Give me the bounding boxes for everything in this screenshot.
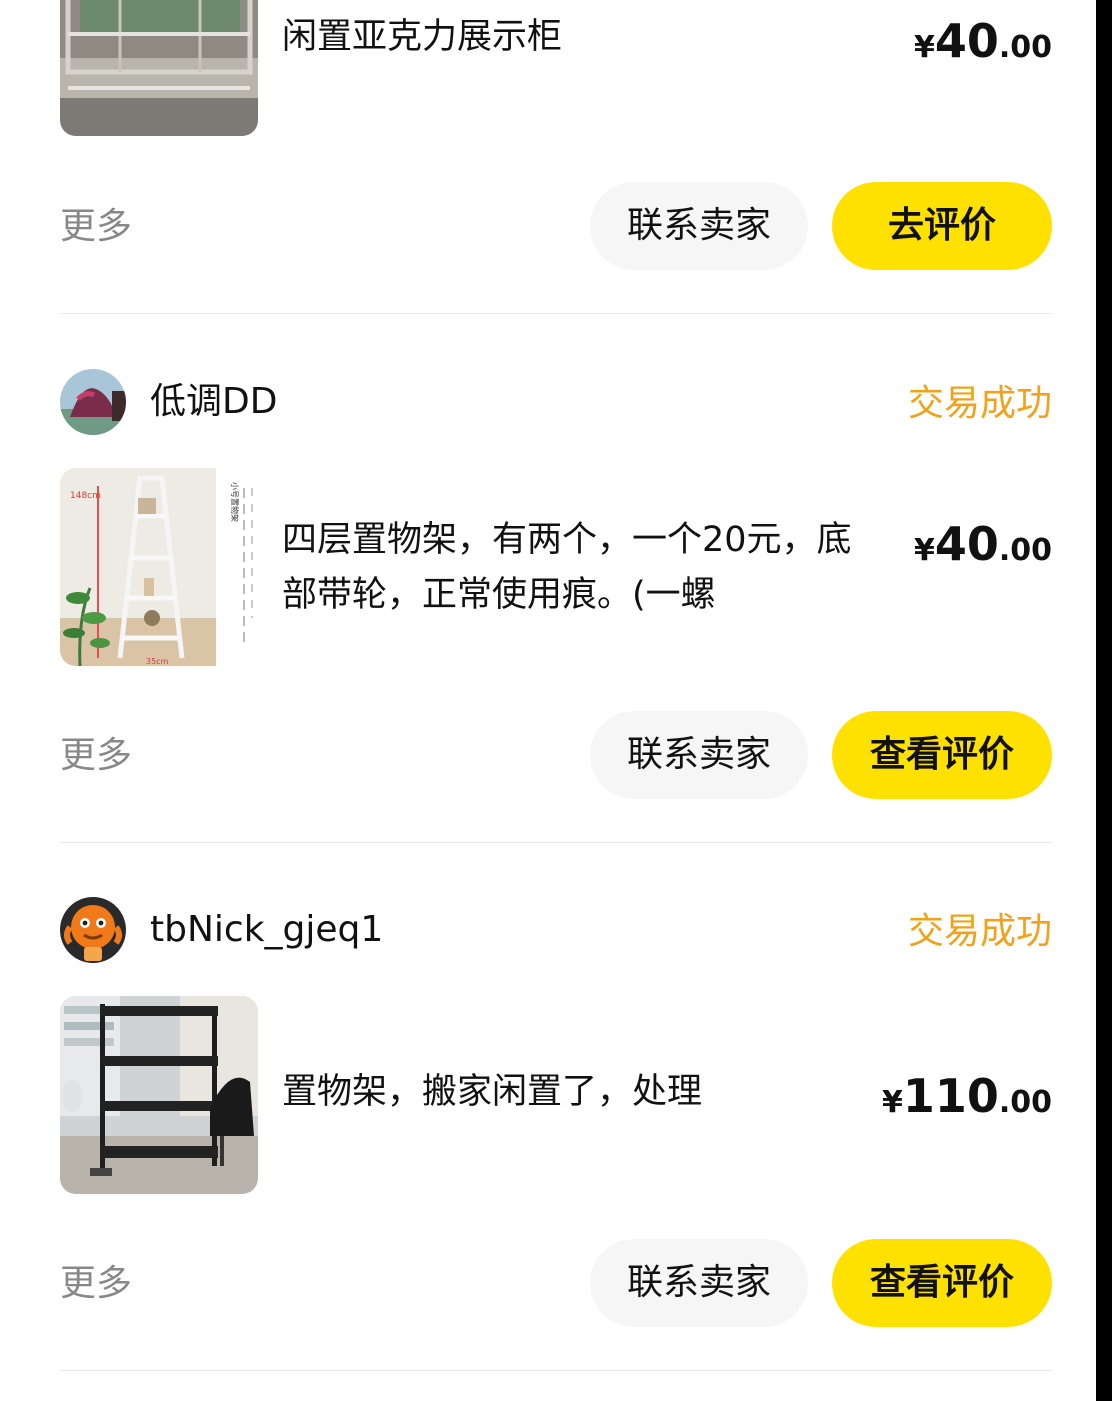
price-currency: ¥ xyxy=(881,1085,903,1120)
product-price: ¥110.00 xyxy=(882,1069,1052,1123)
price-decimal: .00 xyxy=(998,533,1052,568)
price-decimal: .00 xyxy=(998,1085,1052,1120)
black-shelf-photo xyxy=(60,996,258,1194)
price-integer: 40 xyxy=(934,517,999,571)
seller-avatar[interactable] xyxy=(60,897,126,963)
order-status: 交易成功 xyxy=(907,911,1052,952)
seller-avatar[interactable] xyxy=(60,369,126,435)
order-card: 闲置亚克力展示柜 ¥40.00 更多 联系卖家 去评价 xyxy=(60,0,1052,314)
acrylic-cabinet-photo xyxy=(60,0,258,136)
screen-edge xyxy=(1096,0,1112,1401)
product-image[interactable] xyxy=(60,0,258,136)
avatar-cartoon xyxy=(60,897,126,963)
product-image[interactable] xyxy=(60,996,258,1194)
shelf-photo: 148cm 35cm 小号置物架 xyxy=(60,468,258,666)
divider xyxy=(60,313,1052,314)
price-currency: ¥ xyxy=(913,30,935,65)
contact-seller-button[interactable]: 联系卖家 xyxy=(590,711,808,799)
product-price: ¥40.00 xyxy=(914,14,1052,68)
order-header: 低调DD 交易成功 xyxy=(60,369,1052,437)
price-currency: ¥ xyxy=(913,533,935,568)
product-title[interactable]: 四层置物架，有两个，一个20元，底部带轮，正常使用痕。(一螺 xyxy=(282,513,882,623)
product-price: ¥40.00 xyxy=(914,517,1052,571)
view-review-button[interactable]: 查看评价 xyxy=(832,1239,1052,1327)
seller-name[interactable]: 低调DD xyxy=(150,379,277,425)
product-title[interactable]: 置物架，搬家闲置了，处理 xyxy=(282,1065,882,1120)
more-link[interactable]: 更多 xyxy=(60,204,132,250)
product-image[interactable]: 148cm 35cm 小号置物架 xyxy=(60,468,258,666)
view-review-button[interactable]: 查看评价 xyxy=(832,711,1052,799)
price-integer: 110 xyxy=(902,1069,999,1123)
shelf-height-label: 148cm xyxy=(70,491,101,501)
review-button[interactable]: 去评价 xyxy=(832,182,1052,270)
order-card: 低调DD 交易成功 148cm 35cm 小号置物架 四层置物架，有两个，一个2… xyxy=(60,369,1052,843)
shelf-width-label: 35cm xyxy=(146,657,169,666)
contact-seller-button[interactable]: 联系卖家 xyxy=(590,1239,808,1327)
divider xyxy=(60,1370,1052,1371)
shelf-caption-heading: 小号置物架 xyxy=(230,482,240,522)
contact-seller-button[interactable]: 联系卖家 xyxy=(590,182,808,270)
seller-name[interactable]: tbNick_gjeq1 xyxy=(150,907,383,953)
price-integer: 40 xyxy=(934,14,999,68)
price-decimal: .00 xyxy=(998,30,1052,65)
avatar-photo xyxy=(60,369,126,435)
order-card: tbNick_gjeq1 交易成功 置物架，搬家闲置了，处理 ¥110.00 更… xyxy=(60,897,1052,1371)
order-status: 交易成功 xyxy=(907,383,1052,424)
more-link[interactable]: 更多 xyxy=(60,1261,132,1307)
divider xyxy=(60,842,1052,843)
order-header: tbNick_gjeq1 交易成功 xyxy=(60,897,1052,965)
product-title[interactable]: 闲置亚克力展示柜 xyxy=(282,10,882,65)
more-link[interactable]: 更多 xyxy=(60,733,132,779)
